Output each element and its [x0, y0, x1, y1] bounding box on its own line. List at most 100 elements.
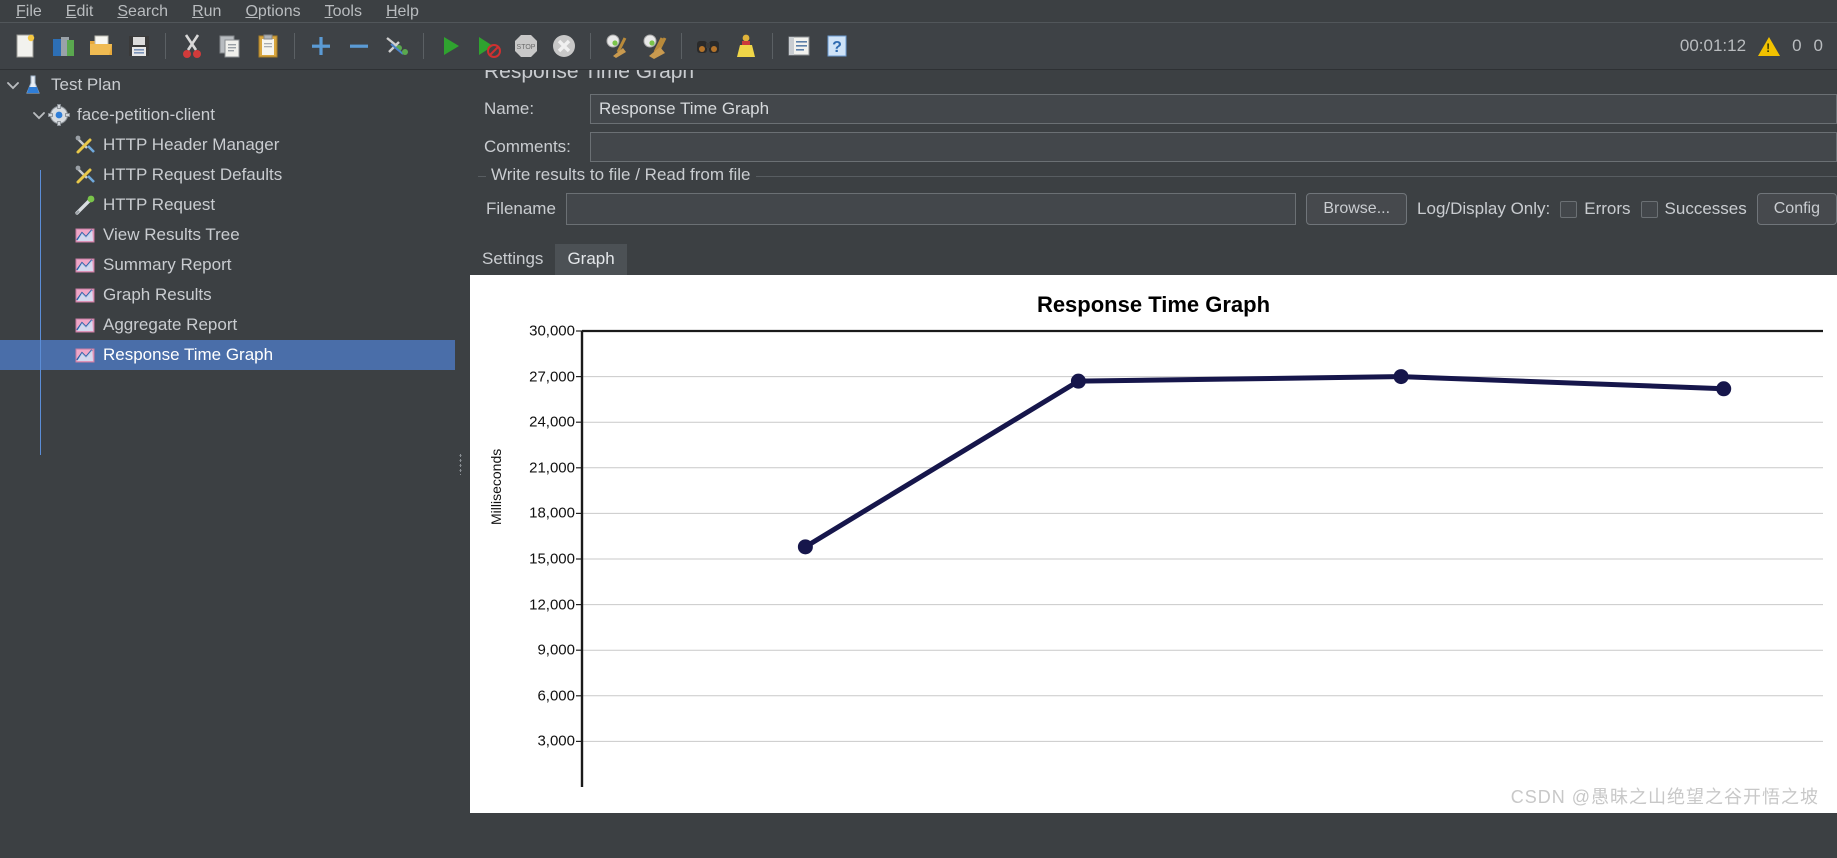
chart-plot-area [576, 329, 1823, 787]
test-plan-tree[interactable]: Test Plan face-petition-client HTTP Header… [0, 70, 455, 858]
tree-twisty-placeholder [56, 346, 74, 364]
toolbar-status: 00:01:12 0 0 [1680, 36, 1837, 56]
tree-node-view-results-tree[interactable]: View Results Tree [0, 220, 455, 250]
panel-splitter[interactable] [455, 70, 466, 858]
write-results-fieldset: Write results to file / Read from file F… [478, 165, 1837, 225]
thread-count: 0 [1813, 36, 1823, 55]
comments-input[interactable] [590, 132, 1837, 162]
tree-twisty-placeholder [56, 196, 74, 214]
clear-icon[interactable] [600, 29, 634, 63]
tree-guide-line [40, 170, 41, 455]
stop-icon[interactable]: STOP [509, 29, 543, 63]
chevron-down-icon[interactable] [30, 106, 48, 124]
elapsed-time: 00:01:12 [1679, 36, 1747, 55]
response-time-graph-panel: Response Time Graph Name: Response Time … [466, 70, 1837, 858]
tree-node-http-request[interactable]: HTTP Request [0, 190, 455, 220]
fieldset-legend: Write results to file / Read from file [486, 165, 756, 185]
menu-item-help[interactable]: Help [374, 2, 431, 22]
warning-icon[interactable] [1758, 36, 1781, 56]
filename-label: Filename [486, 199, 556, 218]
successes-checkbox-wrap[interactable]: Successes [1640, 199, 1747, 219]
tree-node-label: Graph Results [103, 285, 212, 304]
listener-icon [74, 284, 96, 306]
name-label: Name: [484, 99, 535, 118]
tree-node-response-time-graph[interactable]: Response Time Graph [0, 340, 455, 370]
listener-icon [74, 254, 96, 276]
menu-bar: File Edit Search Run Options Tools Help [0, 0, 1837, 22]
tree-node-label: Test Plan [51, 75, 121, 94]
menu-item-file[interactable]: File [4, 2, 54, 22]
menu-item-edit[interactable]: Edit [54, 2, 106, 22]
new-icon[interactable] [8, 29, 42, 63]
svg-text:STOP: STOP [517, 44, 536, 51]
open-icon[interactable] [84, 29, 118, 63]
name-row: Name: Response Time Graph [466, 94, 1837, 124]
start-icon[interactable] [433, 29, 467, 63]
response-time-chart: Response Time Graph Milliseconds 30,000 2… [470, 275, 1837, 813]
browse-button[interactable]: Browse... [1306, 193, 1408, 225]
filename-input[interactable] [565, 193, 1297, 225]
tree-node-label: Aggregate Report [103, 315, 238, 334]
menu-item-search[interactable]: Search [105, 2, 180, 22]
listener-icon [74, 314, 96, 336]
tree-node-http-request-defaults[interactable]: HTTP Request Defaults [0, 160, 455, 190]
filename-row: Filename Browse... Log/Display Only: Err… [478, 179, 1837, 225]
paste-icon[interactable] [251, 29, 285, 63]
test-plan-icon [22, 74, 44, 96]
save-icon[interactable] [122, 29, 156, 63]
expand-icon[interactable] [304, 29, 338, 63]
tree-node-label: HTTP Request Defaults [103, 165, 283, 184]
cut-icon[interactable] [175, 29, 209, 63]
tree-node-http-header-manager[interactable]: HTTP Header Manager [0, 130, 455, 160]
tree-node-label: Summary Report [103, 255, 232, 274]
tree-twisty-placeholder [56, 316, 74, 334]
successes-checkbox[interactable] [1640, 200, 1658, 218]
search-icon[interactable] [691, 29, 725, 63]
start-no-pauses-icon[interactable] [471, 29, 505, 63]
tree-node-label: View Results Tree [103, 225, 240, 244]
help-icon[interactable]: ? [820, 29, 854, 63]
tree-node-face-petition-client[interactable]: face-petition-client [0, 100, 455, 130]
errors-checkbox-wrap[interactable]: Errors [1560, 199, 1631, 219]
warning-count: 0 [1792, 36, 1802, 55]
errors-checkbox[interactable] [1560, 200, 1578, 218]
shutdown-icon[interactable] [547, 29, 581, 63]
name-input[interactable]: Response Time Graph [590, 94, 1837, 124]
collapse-icon[interactable] [342, 29, 376, 63]
tree-node-summary-report[interactable]: Summary Report [0, 250, 455, 280]
tree-twisty-placeholder [56, 136, 74, 154]
tree-node-graph-results[interactable]: Graph Results [0, 280, 455, 310]
clear-all-icon[interactable] [638, 29, 672, 63]
comments-label: Comments: [484, 137, 571, 156]
toolbar-separator [165, 33, 166, 59]
toolbar-separator [590, 33, 591, 59]
menu-item-options[interactable]: Options [233, 2, 312, 22]
function-helper-icon[interactable] [782, 29, 816, 63]
chevron-down-icon[interactable] [4, 76, 22, 94]
listener-icon [74, 344, 96, 366]
templates-icon[interactable] [46, 29, 80, 63]
tab-graph[interactable]: Graph [555, 244, 627, 278]
sampler-icon [74, 194, 96, 216]
toolbar: STOP ? 00:01:12 ! 0 0 [0, 22, 1837, 70]
configure-button[interactable]: Config [1756, 193, 1837, 225]
menu-item-run[interactable]: Run [180, 2, 233, 22]
toolbar-separator [772, 33, 773, 59]
log-display-only-label: Log/Display Only: [1417, 199, 1551, 218]
watermark: CSDN @愚昧之山绝望之谷开悟之坡 [1510, 787, 1819, 807]
tree-node-label: face-petition-client [77, 105, 215, 124]
tab-settings[interactable]: Settings [470, 244, 555, 275]
errors-label: Errors [1584, 199, 1631, 218]
copy-icon[interactable] [213, 29, 247, 63]
tree-twisty-placeholder [56, 286, 74, 304]
search-reset-icon[interactable] [729, 29, 763, 63]
menu-item-tools[interactable]: Tools [313, 2, 374, 22]
tab-bar: Settings Graph [470, 243, 1837, 278]
tree-node-aggregate-report[interactable]: Aggregate Report [0, 310, 455, 340]
jmeter-window: FileEditSearchRunOptionsToolsHelp [0, 0, 1837, 858]
comments-row: Comments: [466, 132, 1837, 162]
toolbar-separator [423, 33, 424, 59]
tree-twisty-placeholder [56, 166, 74, 184]
tree-node-test-plan[interactable]: Test Plan [0, 70, 455, 100]
toggle-icon[interactable] [380, 29, 414, 63]
